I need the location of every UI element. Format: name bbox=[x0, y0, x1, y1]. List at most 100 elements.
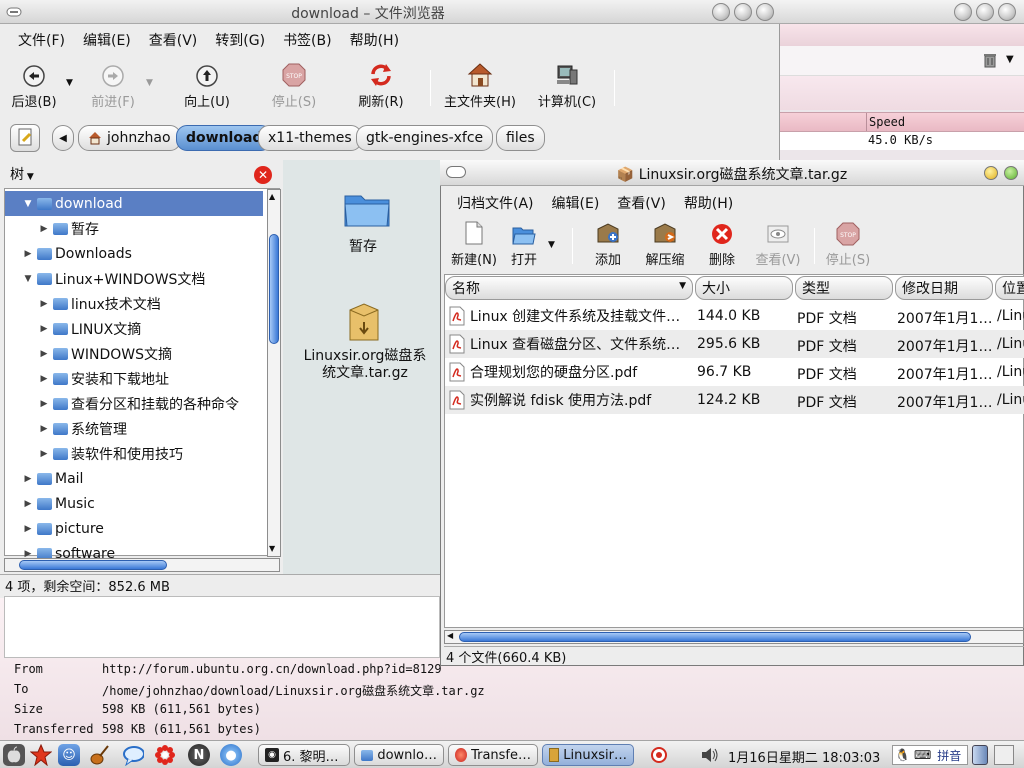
tree-item[interactable]: ▶ Mail bbox=[5, 466, 263, 491]
menu-edit[interactable]: 编辑(E) bbox=[74, 30, 140, 50]
close-sidebar-icon[interactable]: ✕ bbox=[254, 166, 272, 184]
task-music-player[interactable]: ◉ 6. 黎明… bbox=[258, 744, 350, 766]
expander-closed-icon[interactable]: ▶ bbox=[37, 324, 51, 334]
up-button[interactable]: 向上(U) bbox=[180, 64, 234, 110]
stop-button[interactable]: STOP 停止(S) bbox=[822, 222, 874, 268]
archive-icon[interactable] bbox=[347, 302, 381, 344]
column-header-size[interactable]: 大小 bbox=[695, 276, 793, 300]
trash-can-icon[interactable] bbox=[972, 745, 988, 765]
folder-label[interactable]: 暂存 bbox=[283, 236, 443, 256]
file-row[interactable]: Linux 创建文件系统及挂载文件… 144.0 KB PDF 文档 2007年1月1… bbox=[445, 302, 1024, 330]
forward-button[interactable]: 前进(F) bbox=[86, 64, 140, 110]
delete-button[interactable]: 删除 bbox=[700, 224, 744, 268]
column-header-name[interactable]: 名称 ▼ bbox=[445, 276, 693, 300]
tree-item[interactable]: ▶ 装软件和使用技巧 bbox=[5, 441, 263, 466]
folder-icon[interactable] bbox=[341, 186, 393, 230]
add-files-button[interactable]: 添加 bbox=[586, 223, 630, 268]
apple-menu-icon[interactable] bbox=[3, 744, 25, 766]
file-row[interactable]: 实例解说 fdisk 使用方法.pdf 124.2 KB PDF 文档 2007年1月… bbox=[445, 386, 1024, 414]
forward-history-chevron-icon[interactable]: ▼ bbox=[146, 78, 153, 88]
expander-closed-icon[interactable]: ▶ bbox=[37, 399, 51, 409]
menu-archive[interactable]: 归档文件(A) bbox=[448, 193, 543, 213]
tree-hscroll-thumb[interactable] bbox=[19, 560, 167, 570]
expander-closed-icon[interactable]: ▶ bbox=[37, 224, 51, 234]
minimize-button[interactable] bbox=[712, 3, 730, 21]
minimize-button[interactable] bbox=[984, 166, 998, 180]
minimize-button[interactable] bbox=[954, 3, 972, 21]
breadcrumb-scroll-left[interactable]: ◀ bbox=[52, 125, 74, 151]
transfer-column-header[interactable]: Speed bbox=[780, 112, 1024, 132]
stop-button[interactable]: STOP 停止(S) bbox=[266, 63, 322, 110]
column-header-date[interactable]: 修改日期 bbox=[895, 276, 993, 300]
file-row[interactable]: Linux 查看磁盘分区、文件系统… 295.6 KB PDF 文档 2007年1月1… bbox=[445, 330, 1024, 358]
maximize-button[interactable] bbox=[734, 3, 752, 21]
file-browser-titlebar[interactable]: download – 文件浏览器 bbox=[0, 0, 780, 24]
volume-icon[interactable] bbox=[700, 746, 720, 764]
browser-globe-icon[interactable]: ● bbox=[220, 744, 242, 766]
home-button[interactable]: 主文件夹(H) bbox=[440, 63, 520, 110]
menu-view[interactable]: 查看(V) bbox=[608, 193, 675, 213]
clock[interactable]: 1月16日星期二 18:03:03 bbox=[728, 747, 880, 766]
close-button[interactable] bbox=[998, 3, 1016, 21]
task-file-browser[interactable]: downlo… bbox=[354, 744, 444, 766]
open-recent-chevron-icon[interactable]: ▼ bbox=[548, 240, 555, 250]
menu-bookmarks[interactable]: 书签(B) bbox=[274, 30, 341, 50]
update-notifier-icon[interactable] bbox=[650, 746, 668, 764]
menu-help[interactable]: 帮助(H) bbox=[675, 193, 742, 213]
expander-closed-icon[interactable]: ▶ bbox=[37, 424, 51, 434]
maximize-button[interactable] bbox=[976, 3, 994, 21]
close-button[interactable] bbox=[756, 3, 774, 21]
tree-item[interactable]: ▶ WINDOWS文摘 bbox=[5, 341, 263, 366]
expander-closed-icon[interactable]: ▶ bbox=[21, 249, 35, 259]
flower-launcher-icon[interactable] bbox=[154, 744, 176, 766]
expander-closed-icon[interactable]: ▶ bbox=[21, 474, 35, 484]
tree-vertical-scrollbar[interactable]: ▲ ▼ bbox=[267, 189, 281, 557]
tree-horizontal-scrollbar[interactable] bbox=[4, 558, 280, 572]
scroll-down-arrow-icon[interactable]: ▼ bbox=[269, 544, 275, 553]
input-method-panel[interactable]: 🐧 ⌨ 拼音 bbox=[892, 745, 968, 765]
chevron-down-icon[interactable]: ▼ bbox=[1006, 54, 1014, 65]
expander-closed-icon[interactable]: ▶ bbox=[37, 349, 51, 359]
back-button[interactable]: 后退(B) bbox=[8, 64, 60, 110]
scroll-up-arrow-icon[interactable]: ▲ bbox=[269, 192, 275, 201]
task-transfer[interactable]: Transfe… bbox=[448, 744, 538, 766]
expander-closed-icon[interactable]: ▶ bbox=[21, 549, 35, 559]
extract-button[interactable]: 解压缩 bbox=[640, 223, 690, 268]
star-launcher-icon[interactable] bbox=[30, 744, 52, 766]
new-archive-button[interactable]: 新建(N) bbox=[448, 221, 500, 268]
tree-item[interactable]: ▶ linux技术文档 bbox=[5, 291, 263, 316]
transfer-row[interactable]: 45.0 KB/s bbox=[780, 132, 1024, 150]
tree-item[interactable]: ▶ 安装和下载地址 bbox=[5, 366, 263, 391]
expander-closed-icon[interactable]: ▶ bbox=[21, 499, 35, 509]
menu-edit[interactable]: 编辑(E) bbox=[543, 193, 609, 213]
tree-item[interactable]: ▶ 暂存 bbox=[5, 216, 263, 241]
guitar-icon[interactable] bbox=[88, 744, 110, 766]
tree-item[interactable]: ▼ download bbox=[5, 191, 263, 216]
tree-item[interactable]: ▶ 查看分区和挂载的各种命令 bbox=[5, 391, 263, 416]
tree-item[interactable]: ▶ 系统管理 bbox=[5, 416, 263, 441]
expander-closed-icon[interactable]: ▶ bbox=[21, 524, 35, 534]
workspace-switcher[interactable] bbox=[994, 745, 1014, 765]
finder-icon[interactable]: ☺ bbox=[58, 744, 80, 766]
expander-open-icon[interactable]: ▼ bbox=[21, 199, 35, 209]
location-toggle-button[interactable] bbox=[10, 124, 40, 152]
reload-button[interactable]: 刷新(R) bbox=[352, 64, 410, 110]
file-list-horizontal-scrollbar[interactable]: ◀ bbox=[444, 630, 1024, 644]
file-row[interactable]: 合理规划您的硬盘分区.pdf 96.7 KB PDF 文档 2007年1月1…/Lin… bbox=[445, 358, 1024, 386]
file-list-scroll-thumb[interactable] bbox=[459, 632, 971, 642]
tree-item[interactable]: ▶ Downloads bbox=[5, 241, 263, 266]
trash-icon[interactable] bbox=[982, 52, 998, 68]
netscape-icon[interactable]: N bbox=[188, 744, 210, 766]
view-file-button[interactable]: 查看(V) bbox=[752, 224, 804, 268]
menu-view[interactable]: 查看(V) bbox=[140, 30, 207, 50]
tree-item[interactable]: ▶ Music bbox=[5, 491, 263, 516]
tree-item[interactable]: ▼ Linux+WINDOWS文档 bbox=[5, 266, 263, 291]
breadcrumb-x11-themes[interactable]: x11-themes bbox=[258, 125, 362, 151]
open-archive-button[interactable]: 打开 bbox=[504, 224, 544, 268]
expander-closed-icon[interactable]: ▶ bbox=[37, 449, 51, 459]
expander-closed-icon[interactable]: ▶ bbox=[37, 299, 51, 309]
menu-help[interactable]: 帮助(H) bbox=[341, 30, 408, 50]
breadcrumb-gtk-engines-xfce[interactable]: gtk-engines-xfce bbox=[356, 125, 494, 151]
maximize-button[interactable] bbox=[1004, 166, 1018, 180]
task-archive-manager[interactable]: Linuxsir… bbox=[542, 744, 634, 766]
